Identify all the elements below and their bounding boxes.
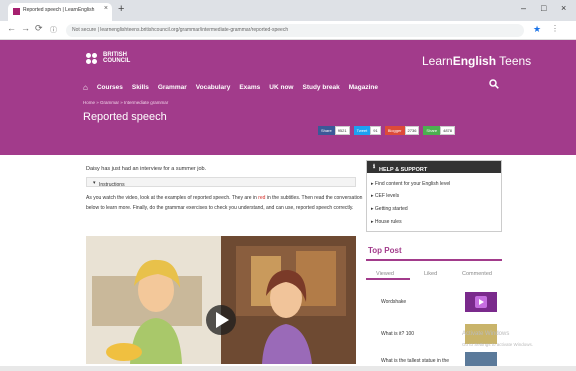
- menu-magazine[interactable]: Magazine: [349, 84, 378, 91]
- menu-skills[interactable]: Skills: [132, 84, 149, 91]
- tab-viewed[interactable]: Viewed: [376, 271, 394, 277]
- share-label: Tweet: [353, 126, 371, 135]
- share-buttons: Share 9521 Tweet 91 Blogger 2736 Share 4…: [318, 126, 456, 135]
- reload-icon[interactable]: ⟳: [35, 23, 43, 34]
- share-count: 4878: [440, 126, 456, 135]
- generic-share-button[interactable]: Share 4878: [423, 126, 456, 135]
- brand-teens: Teens: [496, 54, 532, 68]
- play-icon: [475, 296, 487, 308]
- active-tab-indicator: [366, 278, 410, 280]
- brand-english: English: [452, 54, 497, 68]
- help-support-title: ℹ HELP & SUPPORT: [373, 164, 428, 173]
- share-label: Blogger: [384, 126, 405, 135]
- logo-text: BRITISH COUNCIL: [103, 52, 131, 64]
- back-icon[interactable]: ←: [7, 23, 16, 33]
- top-post-item[interactable]: What is it? 100: [381, 331, 414, 337]
- menu-uk-now[interactable]: UK now: [269, 84, 293, 91]
- info-icon[interactable]: ⓘ: [50, 25, 57, 35]
- browser-tab[interactable]: Reported speech | LearnEnglish ×: [8, 3, 112, 21]
- video-frame-illustration: [86, 236, 356, 364]
- menu-courses[interactable]: Courses: [97, 84, 123, 91]
- help-item-label: House rules: [374, 219, 402, 225]
- menu-icon[interactable]: ⋮: [551, 24, 559, 33]
- maximize-button[interactable]: □: [541, 3, 546, 13]
- taskbar-strip: [0, 366, 576, 371]
- top-post-divider: [366, 259, 502, 261]
- url-text: Not secure | learnenglishteens.britishco…: [72, 27, 289, 33]
- help-item[interactable]: ▸ Getting started: [371, 206, 408, 212]
- breadcrumb[interactable]: Home » Grammar » Intermediate grammar: [83, 100, 168, 105]
- help-item-label: Find content for your English level: [374, 181, 451, 187]
- intro-text: Daisy has just had an interview for a su…: [86, 166, 207, 172]
- help-item-label: Getting started: [374, 206, 408, 212]
- help-support-header: ℹ HELP & SUPPORT: [367, 161, 501, 173]
- instructions-toggle[interactable]: ▾ Instructions: [86, 177, 356, 188]
- share-count: 91: [370, 126, 381, 135]
- bookmark-star-icon[interactable]: ★: [533, 24, 541, 35]
- instructions-label-text: Instructions: [99, 182, 125, 188]
- help-title-text: HELP & SUPPORT: [379, 167, 428, 173]
- close-window-button[interactable]: ×: [561, 3, 566, 13]
- top-post-title: Top Post: [368, 246, 402, 255]
- instructions-text: As you watch the video, look at the exam…: [86, 194, 364, 213]
- tab-liked[interactable]: Liked: [424, 271, 437, 277]
- menu-grammar[interactable]: Grammar: [158, 84, 187, 91]
- top-post-item[interactable]: What is the tallest statue in the: [381, 358, 449, 364]
- menu-vocabulary[interactable]: Vocabulary: [196, 84, 231, 91]
- logo-dots-icon: [86, 53, 102, 65]
- activate-windows-subtitle: Go to Settings to activate Windows.: [462, 342, 534, 347]
- tab-close-icon[interactable]: ×: [104, 5, 108, 12]
- help-item-label: CEF levels: [374, 193, 400, 199]
- instructions-label: ▾ Instructions: [93, 180, 125, 188]
- help-item[interactable]: ▸ Find content for your English level: [371, 181, 450, 187]
- tab-commented[interactable]: Commented: [462, 271, 492, 277]
- brand-learn: Learn: [422, 54, 453, 68]
- search-icon[interactable]: [489, 79, 499, 91]
- page-title: Reported speech: [83, 111, 167, 123]
- twitter-share-button[interactable]: Tweet 91: [353, 126, 381, 135]
- top-post-item[interactable]: Wordshake: [381, 299, 406, 305]
- share-count: 2736: [404, 126, 420, 135]
- share-label: Share: [423, 126, 441, 135]
- menu-study-break[interactable]: Study break: [302, 84, 339, 91]
- top-post-thumbnail[interactable]: [465, 292, 497, 312]
- top-post-thumbnail[interactable]: [465, 352, 497, 366]
- forward-icon[interactable]: →: [21, 23, 30, 33]
- blogger-share-button[interactable]: Blogger 2736: [384, 126, 420, 135]
- facebook-share-button[interactable]: Share 9521: [318, 126, 350, 135]
- video-player[interactable]: [86, 236, 356, 364]
- menu-exams[interactable]: Exams: [239, 84, 260, 91]
- learnenglish-teens-logo[interactable]: LearnEnglish Teens: [422, 54, 531, 68]
- instructions-text-part: As you watch the video, look at the exam…: [86, 195, 259, 201]
- minimize-button[interactable]: –: [521, 3, 526, 13]
- help-item[interactable]: ▸ CEF levels: [371, 193, 399, 199]
- favicon-icon: [13, 8, 20, 15]
- address-bar[interactable]: Not secure | learnenglishteens.britishco…: [66, 24, 524, 37]
- main-menu: ⌂ Courses Skills Grammar Vocabulary Exam…: [83, 81, 378, 93]
- home-icon[interactable]: ⌂: [83, 83, 88, 92]
- share-label: Share: [318, 126, 335, 135]
- help-item[interactable]: ▸ House rules: [371, 219, 402, 225]
- tab-title: Reported speech | LearnEnglish: [23, 7, 95, 13]
- activate-windows-title: Activate Windows: [462, 331, 510, 337]
- new-tab-button[interactable]: +: [118, 3, 124, 15]
- share-count: 9521: [334, 126, 350, 135]
